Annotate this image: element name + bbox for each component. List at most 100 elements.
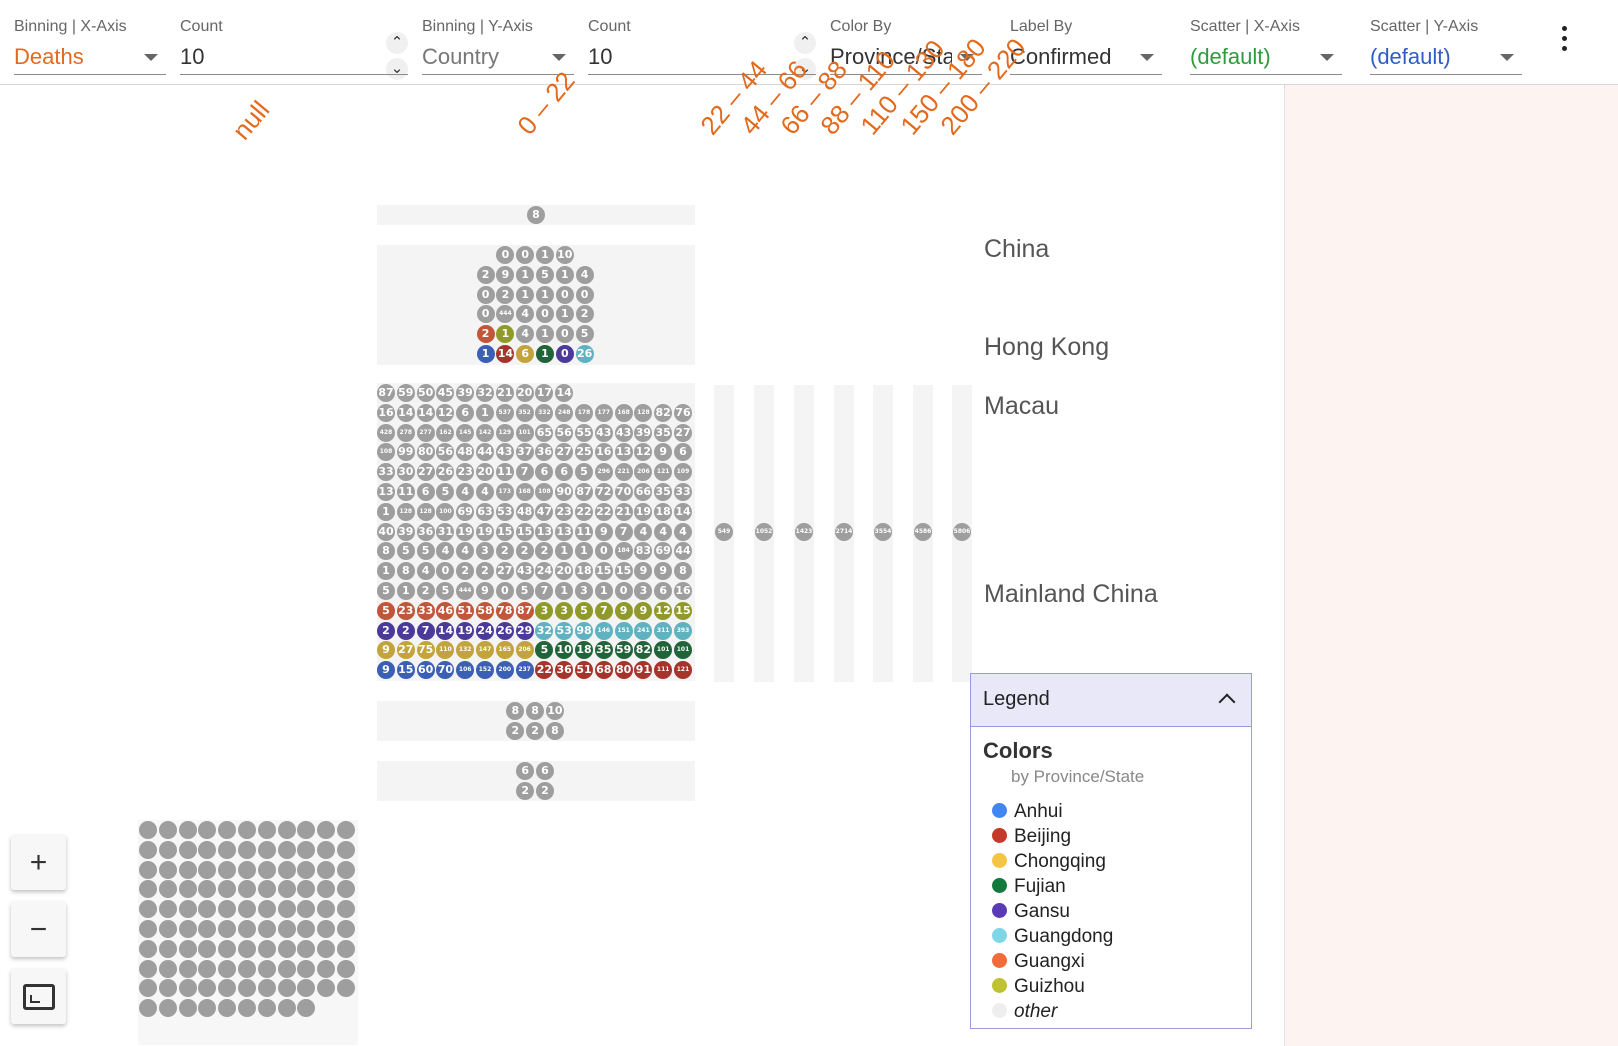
data-point[interactable]: 40	[377, 522, 395, 541]
increment-icon[interactable]: ⌃	[794, 32, 816, 54]
increment-icon[interactable]: ⌃	[386, 32, 408, 54]
data-point[interactable]	[317, 840, 336, 859]
data-point[interactable]: 4	[654, 522, 673, 541]
data-point[interactable]: 277	[416, 423, 435, 442]
data-point[interactable]: 7	[594, 601, 613, 620]
data-point[interactable]: 393	[674, 621, 692, 640]
data-point[interactable]: 4	[674, 522, 692, 541]
data-point[interactable]	[139, 920, 157, 938]
zoom-in-plus-icon[interactable]: +	[11, 835, 66, 890]
data-point[interactable]: 296	[594, 463, 613, 482]
data-point[interactable]	[158, 860, 177, 879]
data-point[interactable]: 30	[396, 463, 415, 482]
data-point[interactable]: 15	[674, 601, 692, 620]
data-point[interactable]	[218, 860, 237, 879]
data-point[interactable]: 27	[416, 463, 435, 482]
data-point[interactable]: 2	[396, 621, 415, 640]
data-point[interactable]: 146	[594, 621, 613, 640]
data-point[interactable]	[277, 979, 296, 998]
data-point[interactable]: 33	[674, 483, 692, 501]
data-point[interactable]: 59	[396, 384, 415, 402]
data-point[interactable]	[257, 821, 276, 839]
data-point[interactable]	[178, 979, 197, 998]
data-point[interactable]	[257, 900, 276, 919]
data-point[interactable]: 32	[476, 384, 494, 402]
data-point[interactable]	[178, 999, 197, 1018]
data-point[interactable]	[257, 999, 276, 1018]
data-point[interactable]	[139, 821, 157, 839]
data-point[interactable]: 14	[396, 403, 415, 422]
data-point[interactable]: 22	[594, 502, 613, 521]
data-point[interactable]: 16	[674, 582, 692, 600]
decrement-icon[interactable]: ⌄	[386, 58, 408, 80]
data-point[interactable]: 2	[476, 325, 495, 344]
data-point[interactable]: 23	[396, 601, 415, 620]
data-point[interactable]	[158, 999, 177, 1018]
data-point[interactable]	[178, 959, 197, 978]
data-point[interactable]: 43	[515, 562, 534, 581]
data-point[interactable]: 56	[555, 423, 574, 442]
data-point[interactable]: 1	[536, 285, 554, 304]
data-point[interactable]	[178, 900, 197, 919]
data-point[interactable]	[178, 880, 197, 899]
data-point[interactable]: 1	[536, 345, 554, 363]
data-point[interactable]: 2	[536, 781, 554, 800]
data-point[interactable]: 4	[416, 562, 435, 581]
data-point[interactable]: 11	[495, 463, 514, 482]
data-point[interactable]	[178, 920, 197, 938]
data-point[interactable]: 32	[535, 621, 554, 640]
data-point[interactable]	[178, 821, 197, 839]
data-point[interactable]	[158, 959, 177, 978]
data-point[interactable]	[238, 939, 256, 958]
data-point[interactable]: 1	[476, 345, 495, 363]
data-point[interactable]: 7	[614, 522, 633, 541]
data-point[interactable]: 8	[545, 721, 564, 740]
data-point[interactable]: 27	[674, 423, 692, 442]
data-point[interactable]: 4	[476, 483, 494, 501]
data-point[interactable]: 0	[476, 305, 495, 324]
data-point[interactable]: 3	[575, 582, 593, 600]
data-point[interactable]: 59	[614, 641, 633, 660]
data-point[interactable]: 428	[377, 423, 395, 442]
data-point[interactable]: 55	[575, 423, 593, 442]
data-point[interactable]	[277, 860, 296, 879]
data-point[interactable]: 26	[495, 621, 514, 640]
data-point[interactable]: 7	[416, 621, 435, 640]
data-point[interactable]: 14	[436, 621, 455, 640]
data-point[interactable]: 1	[555, 265, 574, 284]
data-point[interactable]: 26	[575, 345, 594, 363]
data-point[interactable]: 12	[654, 601, 673, 620]
data-point[interactable]: 0	[555, 325, 574, 344]
data-point[interactable]	[277, 920, 296, 938]
legend-item[interactable]: Beijing	[992, 826, 1071, 850]
data-point[interactable]: 1	[594, 582, 613, 600]
data-point[interactable]	[158, 821, 177, 839]
data-point[interactable]: 1	[476, 403, 494, 422]
data-point[interactable]: 1	[377, 502, 395, 521]
legend-header[interactable]: Legend	[971, 674, 1251, 727]
data-point[interactable]: 29	[515, 621, 534, 640]
data-point[interactable]: 21	[614, 502, 633, 521]
data-point[interactable]: 2	[476, 265, 495, 284]
data-point[interactable]: 352	[515, 403, 534, 422]
data-point[interactable]	[139, 840, 157, 859]
data-point[interactable]: 21	[495, 384, 514, 402]
legend-item[interactable]: other	[992, 1001, 1057, 1025]
data-point[interactable]: 15	[594, 562, 613, 581]
data-point[interactable]	[178, 939, 197, 958]
data-point[interactable]: 0	[614, 582, 633, 600]
data-point[interactable]: 19	[456, 621, 475, 640]
legend-item[interactable]: Chongqing	[992, 851, 1106, 875]
data-point[interactable]	[218, 840, 237, 859]
data-point[interactable]: 76	[674, 403, 692, 422]
data-point[interactable]: 9	[594, 522, 613, 541]
data-point[interactable]: 177	[594, 403, 613, 422]
data-point[interactable]: 5	[575, 325, 594, 344]
data-point[interactable]: 65	[535, 423, 554, 442]
legend-item[interactable]: Anhui	[992, 801, 1063, 825]
count-x-stepper[interactable]: Count 10 ⌃ ⌄	[180, 16, 408, 80]
data-point[interactable]: 22	[575, 502, 593, 521]
data-point[interactable]: 37	[515, 443, 534, 462]
data-point[interactable]: 184	[614, 542, 633, 561]
data-point[interactable]: 98	[575, 621, 593, 640]
